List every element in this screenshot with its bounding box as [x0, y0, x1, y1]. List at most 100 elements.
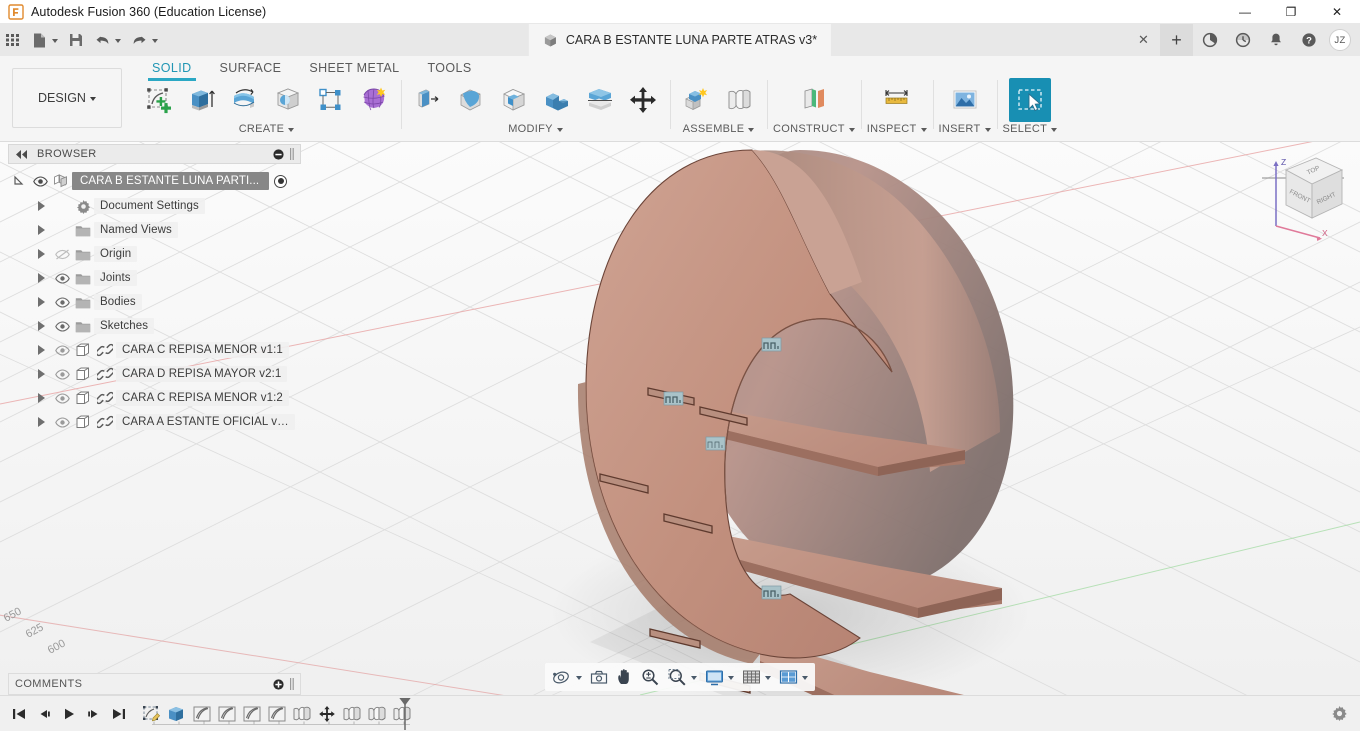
browser-item-named-views[interactable]: Named Views [8, 218, 301, 242]
expand-arrow[interactable] [30, 249, 52, 259]
step-back-button[interactable] [31, 699, 56, 729]
create-form-button[interactable] [353, 78, 395, 122]
panel-construct-label[interactable]: CONSTRUCT [773, 123, 855, 135]
eye-visible-icon [55, 273, 70, 284]
offset-plane-button[interactable] [793, 78, 835, 122]
browser-item-bodies[interactable]: Bodies [8, 290, 301, 314]
grid-snaps-button[interactable] [739, 664, 774, 690]
split-body-button[interactable] [579, 78, 621, 122]
browser-root-node[interactable]: CARA B ESTANTE LUNA PARTI... [8, 168, 301, 194]
orbit-button[interactable] [549, 664, 585, 690]
new-component-button[interactable] [676, 78, 718, 122]
expand-arrow[interactable] [30, 321, 52, 331]
expand-arrow[interactable] [30, 393, 52, 403]
panel-insert-label[interactable]: INSERT [939, 123, 991, 135]
minus-circle-icon[interactable] [273, 149, 284, 160]
go-to-beginning-button[interactable] [6, 699, 31, 729]
sphere-button[interactable] [267, 78, 309, 122]
visibility-toggle[interactable] [52, 417, 72, 428]
visibility-toggle[interactable] [52, 369, 72, 380]
browser-item-cara-c-repisa-menor-v1-2[interactable]: CARA C REPISA MENOR v1:2 [8, 386, 301, 410]
new-tab-button[interactable]: + [1160, 24, 1193, 56]
zoom-button[interactable] [638, 664, 663, 690]
pattern-button[interactable] [310, 78, 352, 122]
go-to-end-button[interactable] [106, 699, 131, 729]
panel-select-label[interactable]: SELECT [1003, 123, 1058, 135]
close-document-button[interactable]: ✕ [1127, 24, 1160, 56]
browser-header[interactable]: BROWSER [8, 144, 301, 164]
step-forward-button[interactable] [81, 699, 106, 729]
look-at-button[interactable] [587, 664, 611, 690]
visibility-toggle[interactable] [52, 321, 72, 332]
visibility-toggle-root[interactable] [30, 176, 50, 187]
save-button[interactable] [63, 24, 89, 56]
undo-button[interactable] [89, 24, 126, 56]
visibility-toggle[interactable] [52, 345, 72, 356]
panel-modify-label[interactable]: MODIFY [508, 123, 563, 135]
notifications-bell-icon[interactable] [1259, 24, 1292, 56]
redo-button[interactable] [126, 24, 163, 56]
add-comment-icon[interactable] [273, 679, 284, 690]
pan-button[interactable] [613, 664, 636, 690]
expand-arrow-root[interactable] [8, 175, 30, 187]
viewports-button[interactable] [776, 664, 811, 690]
view-cube[interactable]: Z X TOP FRONT RIGHT [1252, 148, 1350, 243]
joint-button[interactable] [719, 78, 761, 122]
visibility-toggle[interactable] [52, 249, 72, 260]
expand-arrow[interactable] [30, 345, 52, 355]
collapse-left-icon[interactable] [15, 150, 29, 159]
create-sketch-button[interactable] [138, 78, 180, 122]
expand-arrow[interactable] [30, 417, 52, 427]
fillet-button[interactable] [450, 78, 492, 122]
extension-manager-icon[interactable] [1193, 24, 1226, 56]
visibility-toggle[interactable] [52, 393, 72, 404]
browser-item-sketches[interactable]: Sketches [8, 314, 301, 338]
browser-item-document-settings[interactable]: Document Settings [8, 194, 301, 218]
timeline-settings-button[interactable] [1324, 699, 1354, 729]
job-status-icon[interactable] [1226, 24, 1259, 56]
sphere-icon [273, 85, 303, 115]
shell-button[interactable] [493, 78, 535, 122]
user-avatar[interactable]: JZ [1329, 29, 1351, 51]
panel-inspect-label[interactable]: INSPECT [867, 123, 927, 135]
expand-arrow[interactable] [30, 369, 52, 379]
close-button[interactable]: ✕ [1314, 0, 1360, 24]
insert-image-button[interactable] [944, 78, 986, 122]
help-icon[interactable]: ? [1292, 24, 1325, 56]
play-button[interactable] [56, 699, 81, 729]
minimize-button[interactable]: — [1222, 0, 1268, 24]
panel-grip-icon[interactable] [290, 148, 294, 160]
select-button[interactable] [1009, 78, 1051, 122]
expand-arrow[interactable] [30, 273, 52, 283]
move-copy-button[interactable] [622, 78, 664, 122]
visibility-toggle[interactable] [52, 297, 72, 308]
zoom-window-button[interactable] [665, 664, 700, 690]
expand-arrow[interactable] [30, 225, 52, 235]
browser-item-cara-c-repisa-menor-v1-1[interactable]: CARA C REPISA MENOR v1:1 [8, 338, 301, 362]
comments-panel[interactable]: COMMENTS [8, 673, 301, 695]
measure-button[interactable] [876, 78, 918, 122]
timeline-track[interactable] [152, 720, 410, 726]
combine-button[interactable] [536, 78, 578, 122]
browser-item-cara-a-estante-oficial[interactable]: CARA A ESTANTE OFICIAL v… [8, 410, 301, 434]
file-menu-button[interactable] [26, 24, 63, 56]
browser-item-origin[interactable]: Origin [8, 242, 301, 266]
panel-create-label[interactable]: CREATE [239, 123, 295, 135]
document-tab[interactable]: CARA B ESTANTE LUNA PARTE ATRAS v3* [529, 24, 831, 56]
panel-assemble-label[interactable]: ASSEMBLE [683, 123, 755, 135]
show-data-panel-button[interactable] [0, 24, 26, 56]
browser-item-cara-d-repisa-mayor-v2-1[interactable]: CARA D REPISA MAYOR v2:1 [8, 362, 301, 386]
panel-grip-icon[interactable] [290, 678, 294, 690]
browser-item-joints[interactable]: Joints [8, 266, 301, 290]
display-settings-button[interactable] [702, 664, 737, 690]
expand-arrow[interactable] [30, 297, 52, 307]
press-pull-button[interactable] [407, 78, 449, 122]
activate-radio-icon[interactable] [274, 175, 287, 188]
extrude-button[interactable] [181, 78, 223, 122]
revolve-button[interactable] [224, 78, 266, 122]
visibility-toggle[interactable] [52, 273, 72, 284]
timeline-marker[interactable] [399, 698, 411, 730]
maximize-button[interactable]: ❐ [1268, 0, 1314, 24]
workspace-switcher[interactable]: DESIGN [12, 68, 122, 128]
expand-arrow[interactable] [30, 201, 52, 211]
